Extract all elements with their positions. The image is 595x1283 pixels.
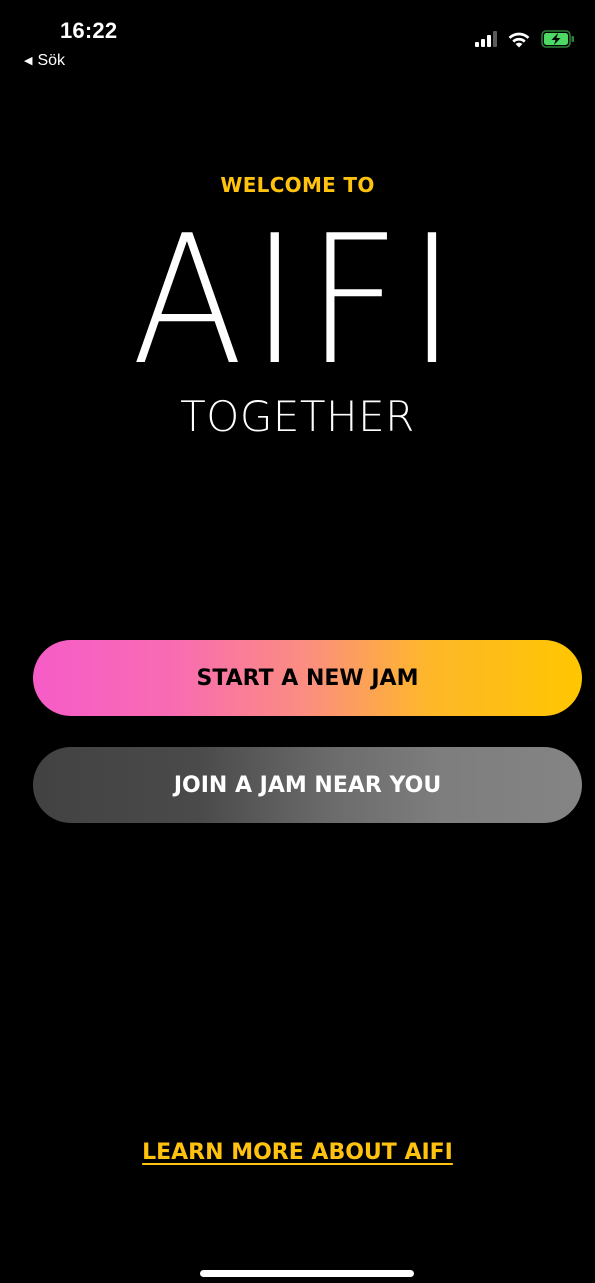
signal-icon — [475, 31, 497, 52]
back-app-label: Sök — [37, 52, 66, 69]
join-jam-label: JOIN A JAM NEAR YOU — [173, 772, 442, 798]
app-logo: AIFI — [131, 197, 464, 404]
battery-charging-icon — [541, 30, 575, 53]
status-icons — [475, 30, 575, 53]
learn-more-link[interactable]: LEARN MORE ABOUT AIFI — [0, 1140, 595, 1165]
start-new-jam-label: START A NEW JAM — [196, 665, 419, 691]
back-to-app-button[interactable]: ◀ Sök — [24, 52, 65, 70]
welcome-heading: WELCOME TO — [220, 173, 375, 197]
wifi-icon — [507, 30, 531, 53]
status-time: 16:22 — [60, 18, 118, 43]
home-indicator[interactable] — [200, 1270, 414, 1277]
back-triangle-icon: ◀ — [24, 54, 33, 67]
start-new-jam-button[interactable]: START A NEW JAM — [33, 640, 582, 716]
logo-tagline: TOGETHER — [180, 392, 415, 441]
join-jam-button[interactable]: JOIN A JAM NEAR YOU — [33, 747, 582, 823]
